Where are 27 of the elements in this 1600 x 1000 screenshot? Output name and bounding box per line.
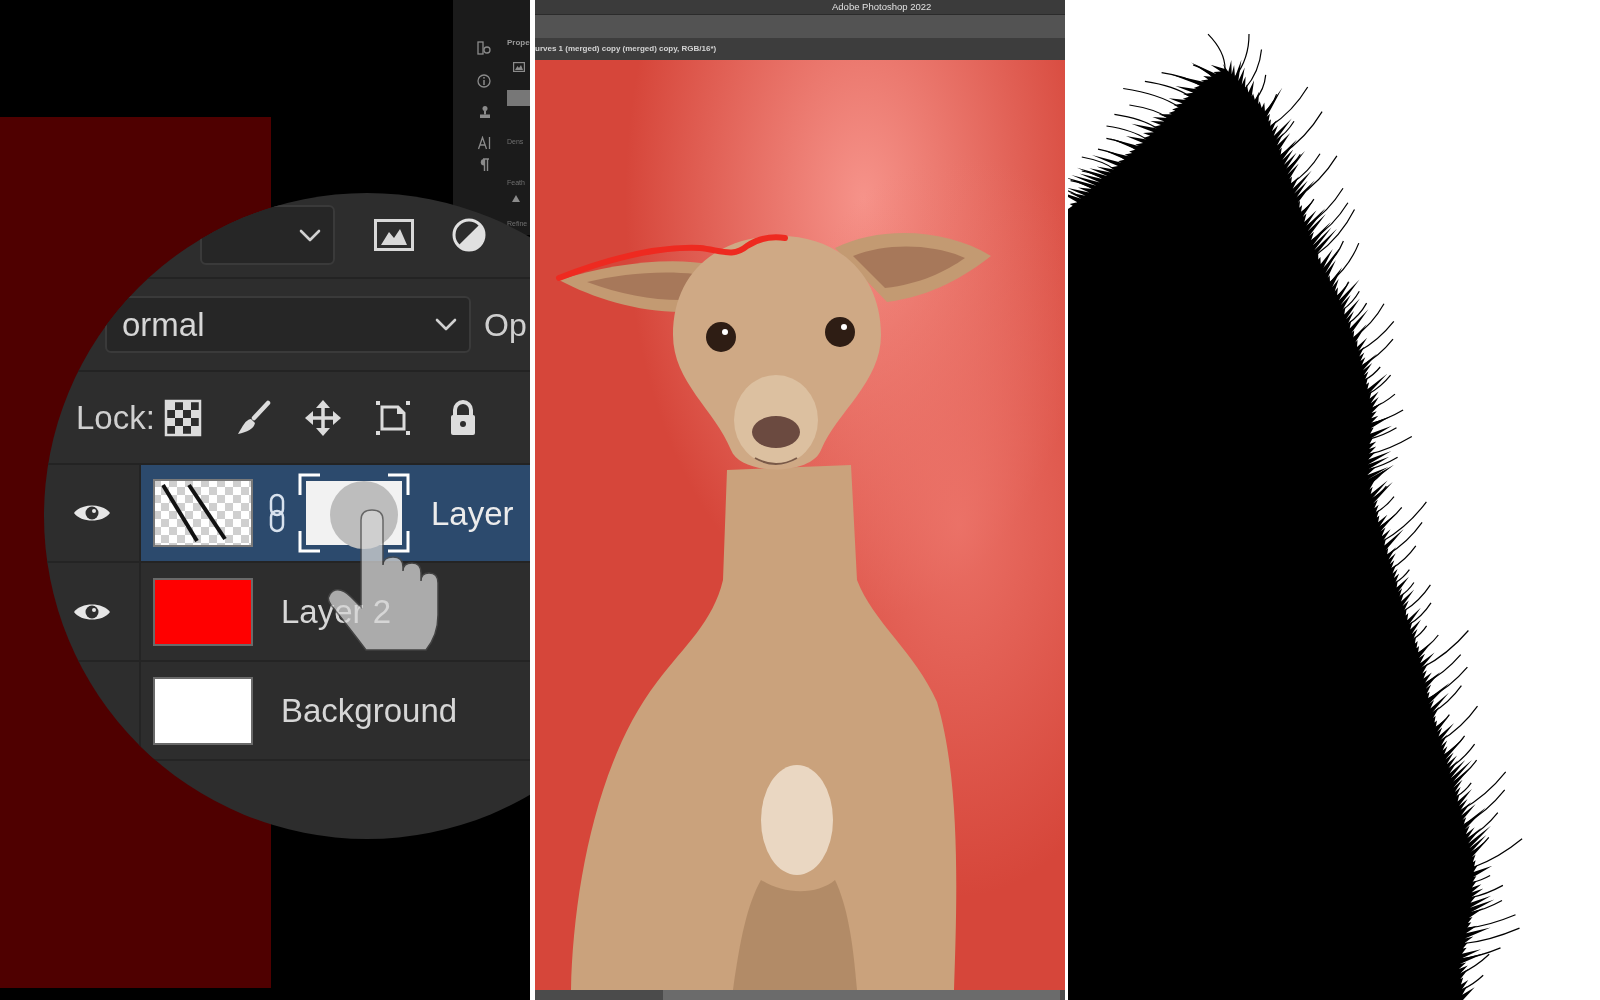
window-title: Adobe Photoshop 2022 — [832, 2, 932, 12]
layer-name: Background — [281, 694, 458, 727]
lock-label: Lock: — [76, 401, 155, 434]
properties-heading: Prope — [507, 38, 530, 48]
half-circle-icon[interactable] — [452, 218, 486, 252]
paragraph-icon[interactable] — [478, 158, 490, 172]
checkerboard-icon[interactable] — [163, 398, 202, 437]
opacity-label: Op — [484, 308, 527, 341]
layer-thumbnail[interactable] — [153, 479, 253, 547]
document-tab[interactable]: urves 1 (merged) copy (merged) copy, RGB/16*) — [535, 38, 717, 60]
move-icon[interactable] — [303, 398, 342, 437]
layer-thumbnail[interactable] — [153, 676, 253, 745]
character-icon[interactable] — [477, 136, 491, 150]
scrollbar-thumb[interactable] — [663, 990, 1060, 1000]
triangle-icon[interactable] — [512, 195, 520, 202]
layer-row[interactable]: Layer — [141, 465, 530, 561]
chevron-down-icon — [299, 228, 321, 242]
layer-name: Layer — [431, 496, 514, 530]
stamp-icon[interactable] — [477, 105, 491, 119]
layer-thumbnail[interactable] — [153, 577, 253, 646]
blend-mode-dropdown[interactable]: ormal — [105, 296, 471, 353]
swatch-icon — [507, 90, 530, 106]
info-icon[interactable] — [477, 74, 491, 88]
artboard-icon[interactable] — [373, 398, 412, 437]
chevron-down-icon — [435, 318, 457, 331]
shapes-icon[interactable] — [477, 41, 491, 55]
image-icon[interactable] — [513, 62, 525, 72]
